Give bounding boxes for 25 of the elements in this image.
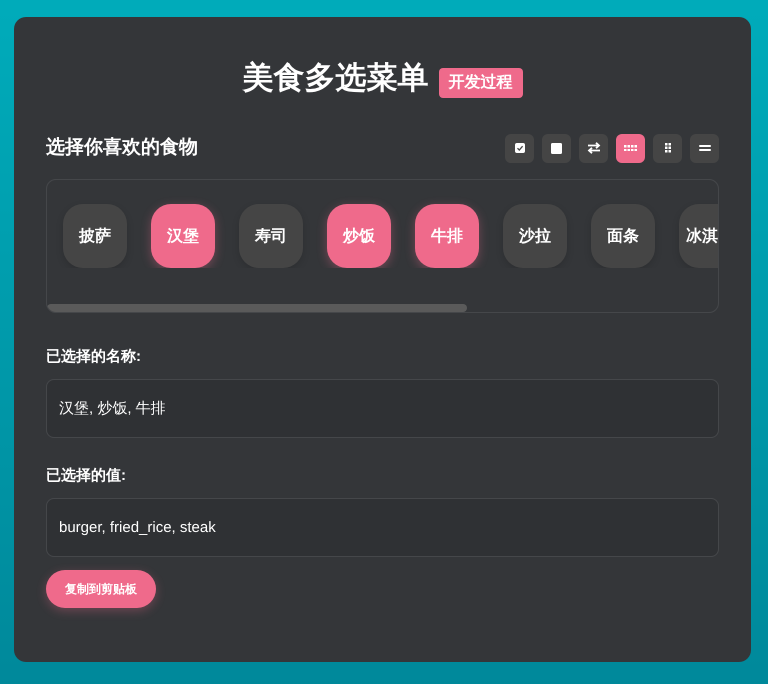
swap-arrows-icon — [586, 142, 600, 154]
grid-view-button[interactable] — [616, 134, 645, 162]
square-icon — [551, 142, 562, 154]
food-chip[interactable]: 沙拉 — [503, 204, 567, 268]
invert-button[interactable] — [579, 134, 608, 162]
scrollbar-thumb[interactable] — [47, 304, 467, 312]
food-chip[interactable]: 寿司 — [239, 204, 303, 268]
field-label: 已选择的名称: — [46, 347, 141, 367]
food-chip[interactable]: 冰淇 — [679, 204, 718, 268]
section-heading: 选择你喜欢的食物 — [46, 136, 198, 160]
select-all-button[interactable] — [505, 134, 534, 162]
field-label: 已选择的值: — [46, 466, 126, 486]
food-chip[interactable]: 面条 — [591, 204, 655, 268]
checkbox-icon — [514, 143, 524, 153]
selected-names-output: 汉堡, 炒饭, 牛排 — [46, 379, 719, 438]
status-badge: 开发过程 — [438, 68, 522, 98]
clear-button[interactable] — [542, 134, 571, 162]
dot-grid-icon — [664, 143, 670, 153]
list-view-button[interactable] — [690, 134, 719, 162]
lines-icon — [698, 145, 710, 151]
columns-view-button[interactable] — [653, 134, 682, 162]
food-chip[interactable]: 披萨 — [63, 204, 127, 268]
dot-grid-icon — [624, 144, 637, 152]
selected-values-output: burger, fried_rice, steak — [46, 498, 719, 557]
page-title: 美食多选菜单 — [242, 59, 428, 97]
